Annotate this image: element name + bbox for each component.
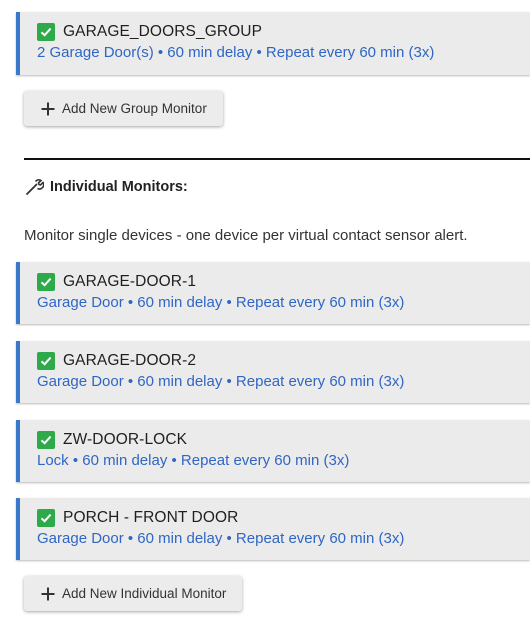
individual-monitor-summary: Garage Door • 60 min delay • Repeat ever… — [37, 294, 405, 311]
plus-icon — [40, 101, 56, 117]
individual-monitor-title: PORCH - FRONT DOOR — [37, 507, 530, 529]
individual-monitor-name: PORCH - FRONT DOOR — [63, 509, 239, 526]
individual-monitor-card[interactable]: GARAGE-DOOR-1 Garage Door • 60 min delay … — [16, 262, 530, 324]
checkmark-icon — [37, 431, 55, 449]
individual-monitor-card[interactable]: ZW-DOOR-LOCK Lock • 60 min delay • Repeat… — [16, 420, 530, 482]
add-group-monitor-label: Add New Group Monitor — [62, 101, 207, 116]
individual-section-description: Monitor single devices - one device per … — [24, 227, 468, 244]
individual-monitor-summary: Lock • 60 min delay • Repeat every 60 mi… — [37, 452, 350, 469]
individual-monitor-title: ZW-DOOR-LOCK — [37, 429, 530, 451]
individual-monitor-card[interactable]: PORCH - FRONT DOOR Garage Door • 60 min d… — [16, 498, 530, 560]
group-monitor-card[interactable]: GARAGE_DOORS_GROUP 2 Garage Door(s) • 60… — [16, 12, 530, 75]
individual-monitor-title: GARAGE-DOOR-2 — [37, 350, 530, 372]
individual-monitor-title: GARAGE-DOOR-1 — [37, 271, 530, 293]
add-group-monitor-button[interactable]: Add New Group Monitor — [24, 91, 223, 126]
individual-monitor-name: GARAGE-DOOR-1 — [63, 273, 197, 290]
monitors-page: GARAGE_DOORS_GROUP 2 Garage Door(s) • 60… — [0, 0, 530, 627]
individual-section-title: Individual Monitors: — [50, 179, 188, 195]
individual-section-header: Individual Monitors: — [24, 177, 188, 197]
checkmark-icon — [37, 273, 55, 291]
add-individual-monitor-label: Add New Individual Monitor — [62, 586, 227, 601]
individual-monitor-summary: Garage Door • 60 min delay • Repeat ever… — [37, 373, 405, 390]
individual-monitor-card[interactable]: GARAGE-DOOR-2 Garage Door • 60 min delay … — [16, 341, 530, 403]
group-monitor-name: GARAGE_DOORS_GROUP — [63, 23, 263, 40]
group-monitor-title: GARAGE_DOORS_GROUP — [37, 21, 530, 43]
checkmark-icon — [37, 509, 55, 527]
wrench-icon — [24, 177, 44, 197]
add-individual-monitor-button[interactable]: Add New Individual Monitor — [24, 576, 243, 611]
group-monitor-summary: 2 Garage Door(s) • 60 min delay • Repeat… — [37, 44, 435, 61]
section-divider — [24, 158, 530, 160]
individual-monitor-name: ZW-DOOR-LOCK — [63, 431, 188, 448]
individual-monitor-summary: Garage Door • 60 min delay • Repeat ever… — [37, 530, 405, 547]
individual-monitor-name: GARAGE-DOOR-2 — [63, 352, 197, 369]
checkmark-icon — [37, 23, 55, 41]
checkmark-icon — [37, 352, 55, 370]
plus-icon — [40, 586, 56, 602]
